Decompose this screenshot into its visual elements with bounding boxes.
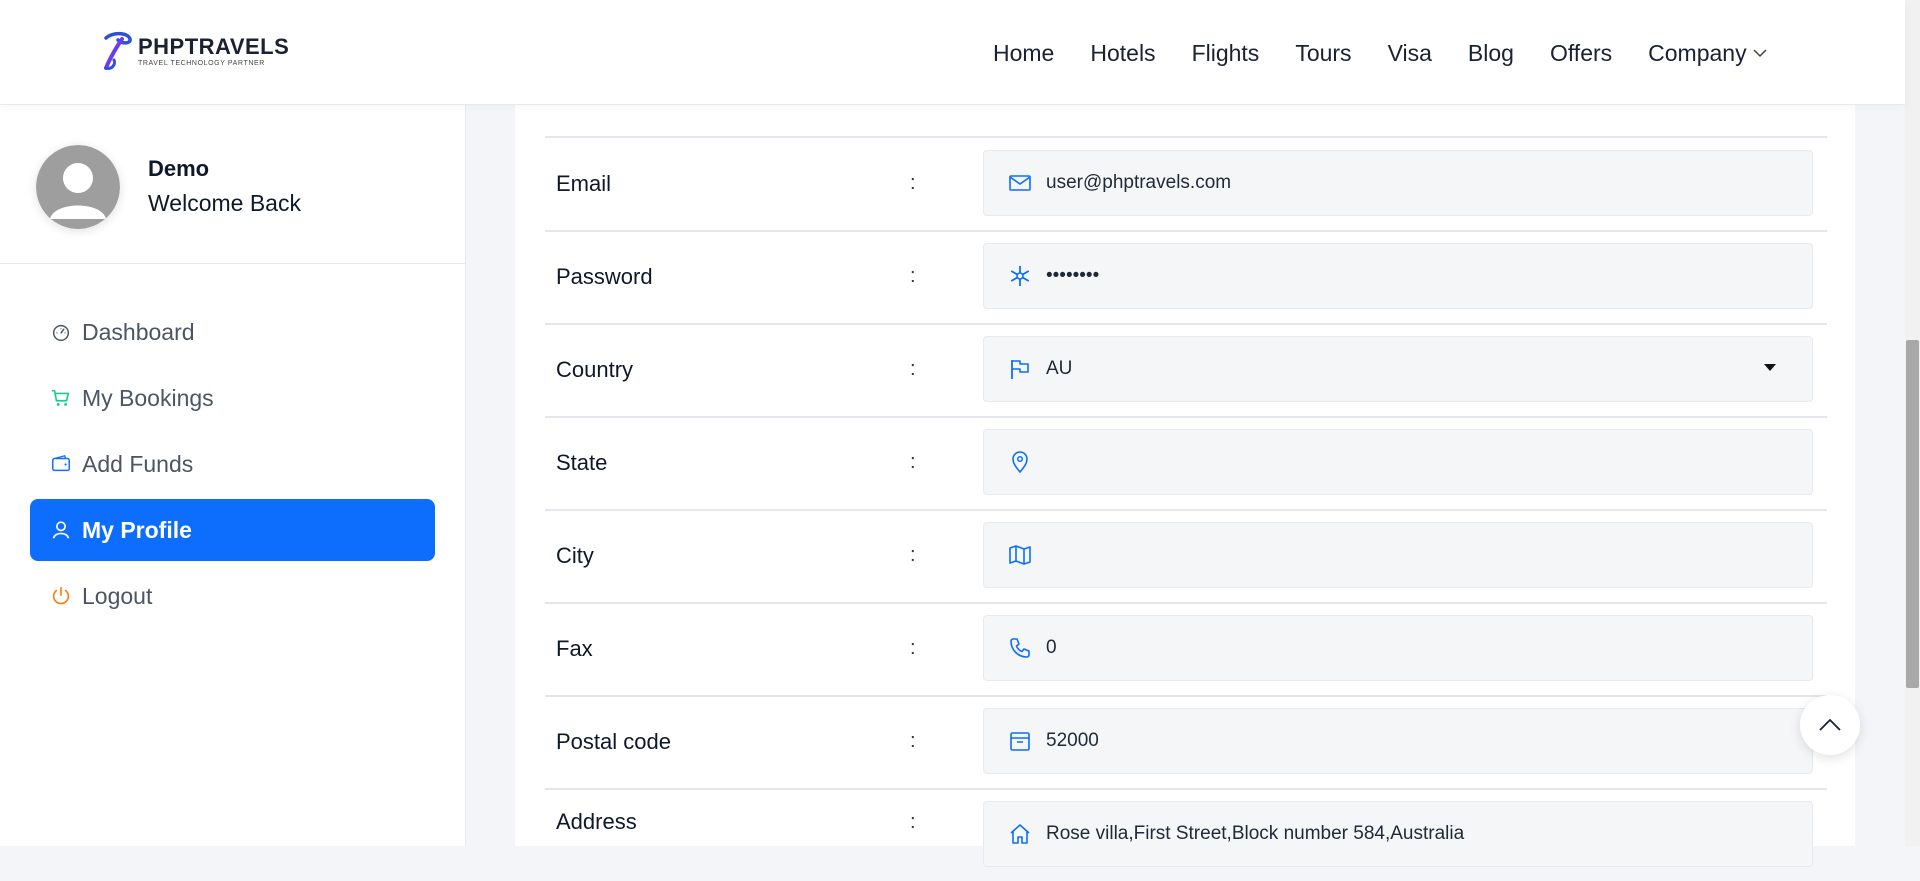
user-icon xyxy=(52,521,70,539)
cart-icon xyxy=(51,389,70,406)
postal-code-value: 52000 xyxy=(1046,730,1099,751)
sidebar-divider xyxy=(0,263,465,264)
brand-name: PHPTRAVELS xyxy=(138,33,290,59)
country-colon: : xyxy=(910,358,916,380)
sidebar-item-dashboard[interactable]: Dashboard xyxy=(30,301,435,363)
account-sidebar: Demo Welcome Back Dashboard My Bookings xyxy=(0,105,466,846)
chevron-down-icon xyxy=(1753,49,1767,58)
password-colon: : xyxy=(910,265,916,287)
form-row-country: Country : AU xyxy=(545,323,1827,418)
scrollbar-thumb[interactable] xyxy=(1906,340,1919,688)
address-colon: : xyxy=(910,810,916,833)
city-label: City xyxy=(556,542,594,568)
address-field[interactable]: Rose villa,First Street,Block number 584… xyxy=(983,801,1813,867)
sidebar-item-label: Dashboard xyxy=(82,318,195,345)
brand-tagline: TRAVEL TECHNOLOGY PARTNER xyxy=(138,59,265,67)
caret-down-icon xyxy=(1764,364,1776,371)
form-row-city: City : xyxy=(545,509,1827,604)
main-nav: Home Hotels Flights Tours Visa Blog Offe… xyxy=(993,40,1767,66)
postal-code-field[interactable]: 52000 xyxy=(983,708,1813,774)
nav-home[interactable]: Home xyxy=(993,40,1054,66)
envelope-icon xyxy=(1009,175,1031,191)
nav-blog[interactable]: Blog xyxy=(1468,40,1514,66)
sidebar-item-my-profile[interactable]: My Profile xyxy=(30,499,435,561)
scroll-to-top-button[interactable] xyxy=(1800,695,1860,755)
sidebar-item-label: My Profile xyxy=(82,516,192,543)
welcome-text: Welcome Back xyxy=(148,190,301,216)
user-avatar-icon xyxy=(36,145,120,229)
city-colon: : xyxy=(910,544,916,566)
sidebar-menu: Dashboard My Bookings Add Funds My Profi… xyxy=(30,301,435,631)
email-colon: : xyxy=(910,172,916,194)
chevron-up-icon xyxy=(1819,718,1841,731)
form-row-address: Address : Rose villa,First Street,Block … xyxy=(545,788,1827,881)
user-name: Demo xyxy=(148,156,210,181)
sidebar-item-label: My Bookings xyxy=(82,384,214,411)
fax-colon: : xyxy=(910,637,916,659)
password-label: Password xyxy=(556,263,653,289)
postal-code-colon: : xyxy=(910,730,916,752)
brand-logo-icon xyxy=(104,31,132,70)
fax-value: 0 xyxy=(1046,637,1057,658)
email-field[interactable]: user@phptravels.com xyxy=(983,150,1813,216)
nav-company-label: Company xyxy=(1648,40,1747,66)
nav-company[interactable]: Company xyxy=(1648,40,1767,66)
dashboard-gauge-icon xyxy=(52,324,70,341)
nav-tours[interactable]: Tours xyxy=(1295,40,1351,66)
country-label: Country xyxy=(556,356,634,382)
email-label: Email xyxy=(556,170,612,196)
state-field[interactable] xyxy=(983,429,1813,495)
box-icon xyxy=(1010,732,1030,751)
form-row-state: State : xyxy=(545,416,1827,511)
country-select[interactable]: AU xyxy=(983,336,1813,402)
postal-code-label: Postal code xyxy=(556,728,671,754)
fax-field[interactable]: 0 xyxy=(983,615,1813,681)
nav-offers[interactable]: Offers xyxy=(1550,40,1612,66)
page-scrollbar[interactable] xyxy=(1905,0,1920,846)
form-row-password: Password : •••••••• xyxy=(545,230,1827,325)
user-card: Demo Welcome Back xyxy=(36,145,301,229)
avatar xyxy=(36,145,120,229)
wallet-icon xyxy=(52,454,70,472)
home-icon xyxy=(1010,824,1030,844)
nav-flights[interactable]: Flights xyxy=(1192,40,1260,66)
sidebar-item-label: Add Funds xyxy=(82,450,194,477)
form-row-fax: Fax : 0 xyxy=(545,602,1827,697)
form-row-email: Email : user@phptravels.com xyxy=(545,137,1827,232)
flag-icon xyxy=(1011,360,1029,379)
nav-hotels[interactable]: Hotels xyxy=(1090,40,1155,66)
address-value: Rose villa,First Street,Block number 584… xyxy=(1046,823,1465,844)
phone-icon xyxy=(1010,638,1030,658)
city-field[interactable] xyxy=(983,522,1813,588)
sidebar-item-label: Logout xyxy=(82,582,153,609)
asterisk-icon xyxy=(1010,266,1030,286)
password-field[interactable]: •••••••• xyxy=(983,243,1813,309)
country-value: AU xyxy=(1046,358,1073,379)
brand-logo[interactable]: PHPTRAVELS TRAVEL TECHNOLOGY PARTNER xyxy=(102,30,289,72)
email-value: user@phptravels.com xyxy=(1046,172,1232,193)
map-icon xyxy=(1009,545,1031,565)
nav-visa[interactable]: Visa xyxy=(1388,40,1432,66)
power-icon xyxy=(52,586,70,605)
sidebar-item-add-funds[interactable]: Add Funds xyxy=(30,433,435,495)
fax-label: Fax xyxy=(556,635,593,661)
sidebar-item-logout[interactable]: Logout xyxy=(30,565,435,627)
address-label: Address xyxy=(556,809,637,834)
form-row-postal-code: Postal code : 52000 xyxy=(545,695,1827,790)
pin-icon xyxy=(1012,451,1028,474)
state-label: State xyxy=(556,449,608,475)
password-value: •••••••• xyxy=(1046,265,1100,286)
sidebar-item-my-bookings[interactable]: My Bookings xyxy=(30,367,435,429)
site-header: PHPTRAVELS TRAVEL TECHNOLOGY PARTNER Hom… xyxy=(0,0,1905,105)
state-colon: : xyxy=(910,451,916,473)
